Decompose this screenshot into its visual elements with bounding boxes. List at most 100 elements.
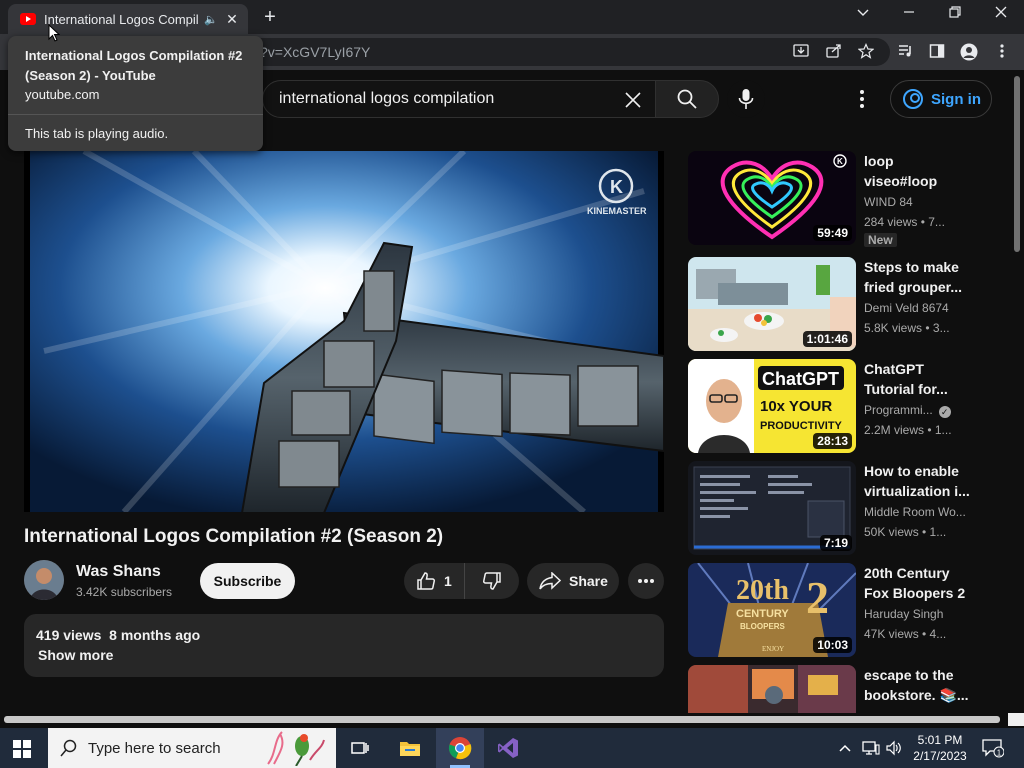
voice-search-button[interactable] [727, 80, 765, 118]
thumb-chatgpt: ChatGPT [762, 369, 839, 389]
video-meta: 50K views • 1... [864, 525, 947, 539]
scrollbar-thumb[interactable] [4, 716, 1000, 723]
window-close-icon[interactable] [989, 5, 1013, 23]
description-box[interactable]: 419 views 8 months ago Show more [24, 614, 664, 677]
video-meta: 47K views • 4... [864, 627, 947, 641]
minimize-icon[interactable] [897, 5, 921, 23]
video-thumbnail[interactable]: ChatGPT 10x YOUR PRODUCTIVITY 28:13 [688, 359, 856, 453]
channel-name[interactable]: WIND 84 [864, 195, 913, 209]
clear-search-icon[interactable] [623, 86, 643, 116]
address-url: ?v=XcGV7LyI67Y [260, 44, 371, 60]
side-panel-icon[interactable] [928, 43, 946, 63]
share-button[interactable]: Share [527, 563, 619, 599]
more-actions-button[interactable] [628, 563, 664, 599]
more-horizontal-icon [638, 579, 654, 583]
thumbs-up-icon [417, 572, 436, 590]
video-duration: 7:19 [819, 535, 852, 551]
sign-in-button[interactable]: Sign in [890, 80, 992, 118]
tab-title: International Logos Compila [44, 11, 199, 27]
recommendation-item[interactable]: 7:19 How to enable virtualization i... M… [688, 461, 1008, 557]
recommendation-item[interactable]: 20th 2 CENTURY BLOOPERS ENJOY 10:03 20th… [688, 563, 1008, 659]
chevron-down-icon[interactable] [851, 5, 875, 23]
upload-age: 8 months ago [109, 627, 201, 643]
video-title[interactable]: escape to the bookstore. 📚... [864, 665, 970, 705]
recommendation-item[interactable]: escape to the bookstore. 📚... [688, 665, 1008, 713]
vertical-scrollbar[interactable] [1010, 70, 1024, 715]
chrome-icon[interactable] [436, 728, 484, 768]
search-input[interactable]: international logos compilation [262, 80, 656, 118]
video-thumbnail[interactable]: K 59:49 [688, 151, 856, 245]
taskbar: Type here to search 5:01 PM 2/17/2023 1 [0, 728, 1024, 768]
video-title[interactable]: 20th Century Fox Bloopers 2 [864, 563, 970, 603]
browser-tab[interactable]: International Logos Compila 🔈 ✕ [8, 4, 248, 34]
thumb-bloopers: BLOOPERS [740, 622, 786, 631]
settings-menu-icon[interactable] [852, 86, 872, 112]
channel-name[interactable]: Programmi... ✓ [864, 403, 951, 418]
sign-in-label: Sign in [931, 90, 981, 108]
notification-count: 1 [997, 749, 1002, 758]
search-icon [677, 89, 697, 109]
like-button[interactable]: 1 [404, 563, 465, 599]
restore-icon[interactable] [943, 5, 967, 23]
new-tab-icon[interactable]: + [260, 6, 280, 29]
video-title[interactable]: ChatGPT Tutorial for... [864, 359, 970, 399]
share-icon[interactable] [825, 43, 843, 63]
scrollbar-thumb[interactable] [1014, 76, 1020, 252]
share-arrow-icon [539, 572, 561, 590]
verified-check-icon: ✓ [938, 406, 951, 418]
show-more-link[interactable]: Show more [38, 647, 113, 663]
profile-icon[interactable] [960, 43, 978, 65]
video-meta: 2.2M views • 1... [864, 423, 952, 437]
subscribe-button[interactable]: Subscribe [200, 563, 295, 599]
search-placeholder: Type here to search [88, 740, 221, 757]
menu-icon[interactable] [993, 43, 1011, 63]
svg-text:K: K [610, 177, 623, 197]
thumb-century: CENTURY [736, 608, 789, 620]
notification-center-icon[interactable]: 1 [982, 728, 1004, 768]
channel-name[interactable]: Haruday Singh [864, 607, 943, 621]
video-thumbnail[interactable]: 20th 2 CENTURY BLOOPERS ENJOY 10:03 [688, 563, 856, 657]
svg-text:K: K [837, 157, 843, 166]
video-duration: 59:49 [813, 225, 852, 241]
taskbar-search-box[interactable]: Type here to search [48, 728, 336, 768]
star-icon[interactable] [857, 43, 875, 63]
video-duration: 10:03 [813, 637, 852, 653]
search-button[interactable] [655, 80, 719, 118]
install-icon[interactable] [792, 43, 810, 63]
channel-name[interactable]: Demi Veld 8674 [864, 301, 949, 315]
horizontal-scrollbar[interactable] [0, 713, 1024, 726]
video-thumbnail[interactable]: 1:01:46 [688, 257, 856, 351]
file-explorer-icon[interactable] [386, 728, 434, 768]
like-dislike-group: 1 [404, 563, 519, 599]
video-title[interactable]: How to enable virtualization i... [864, 461, 970, 501]
tab-close-icon[interactable]: ✕ [224, 11, 240, 28]
show-hidden-icons-chevron-icon[interactable] [838, 728, 852, 768]
speaker-icon[interactable]: 🔈 [204, 13, 218, 26]
network-icon[interactable] [862, 728, 880, 768]
video-player[interactable]: K KINEMASTER [24, 151, 664, 512]
video-title[interactable]: Steps to make fried grouper... [864, 257, 970, 297]
channel-name[interactable]: Was Shans [76, 563, 161, 581]
windows-start-icon[interactable] [12, 739, 32, 759]
recommendation-item[interactable]: ChatGPT 10x YOUR PRODUCTIVITY 28:13 Chat… [688, 359, 1008, 455]
recommendation-item[interactable]: 1:01:46 Steps to make fried grouper... D… [688, 257, 1008, 353]
video-duration: 1:01:46 [802, 331, 852, 347]
task-view-icon[interactable] [336, 728, 384, 768]
media-icon[interactable] [897, 43, 915, 63]
dislike-button[interactable] [465, 563, 519, 599]
share-label: Share [569, 573, 608, 589]
search-highlight-bird-icon [267, 731, 325, 766]
system-clock[interactable]: 5:01 PM 2/17/2023 [905, 732, 975, 764]
recommendation-item[interactable]: K 59:49 loop viseo#loop WIND 84 284 view… [688, 151, 1008, 247]
address-bar[interactable]: ?v=XcGV7LyI67Y [200, 38, 890, 66]
video-thumbnail[interactable] [688, 665, 856, 713]
channel-name[interactable]: Middle Room Wo... [864, 505, 966, 519]
video-frame: K KINEMASTER [24, 151, 664, 512]
video-thumbnail[interactable]: 7:19 [688, 461, 856, 555]
tab-strip: International Logos Compila 🔈 ✕ + [0, 0, 1024, 34]
visual-studio-icon[interactable] [484, 728, 532, 768]
video-title[interactable]: loop viseo#loop [864, 151, 970, 191]
hovercard-divider [8, 114, 263, 115]
channel-avatar[interactable] [24, 560, 64, 600]
volume-icon[interactable] [886, 728, 902, 768]
